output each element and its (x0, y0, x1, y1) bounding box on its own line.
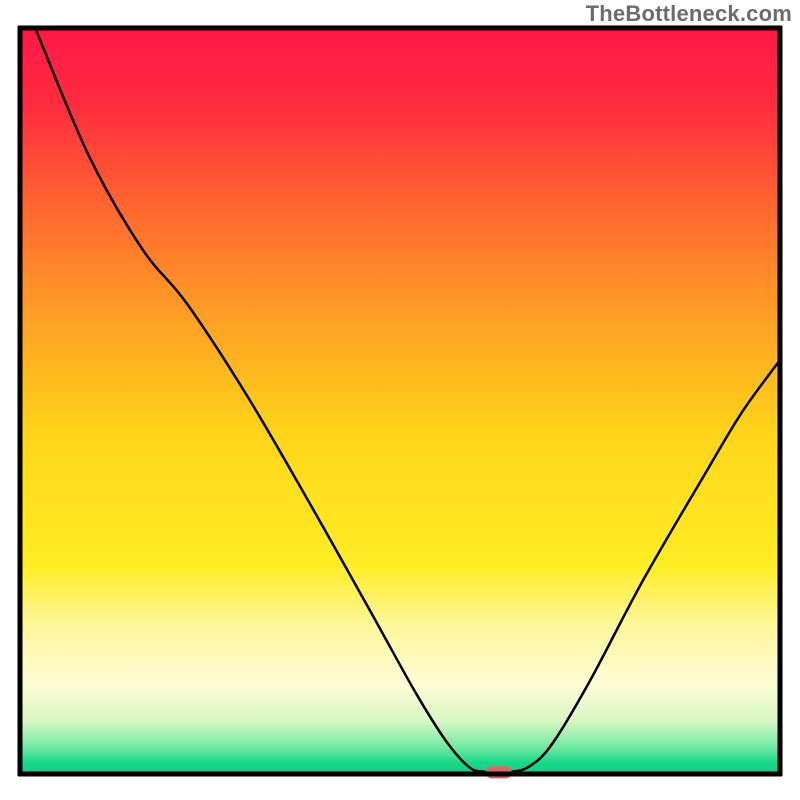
watermark-text: TheBottleneck.com (586, 1, 792, 27)
plot-background (20, 28, 780, 774)
bottleneck-chart (0, 0, 800, 800)
chart-container: TheBottleneck.com (0, 0, 800, 800)
